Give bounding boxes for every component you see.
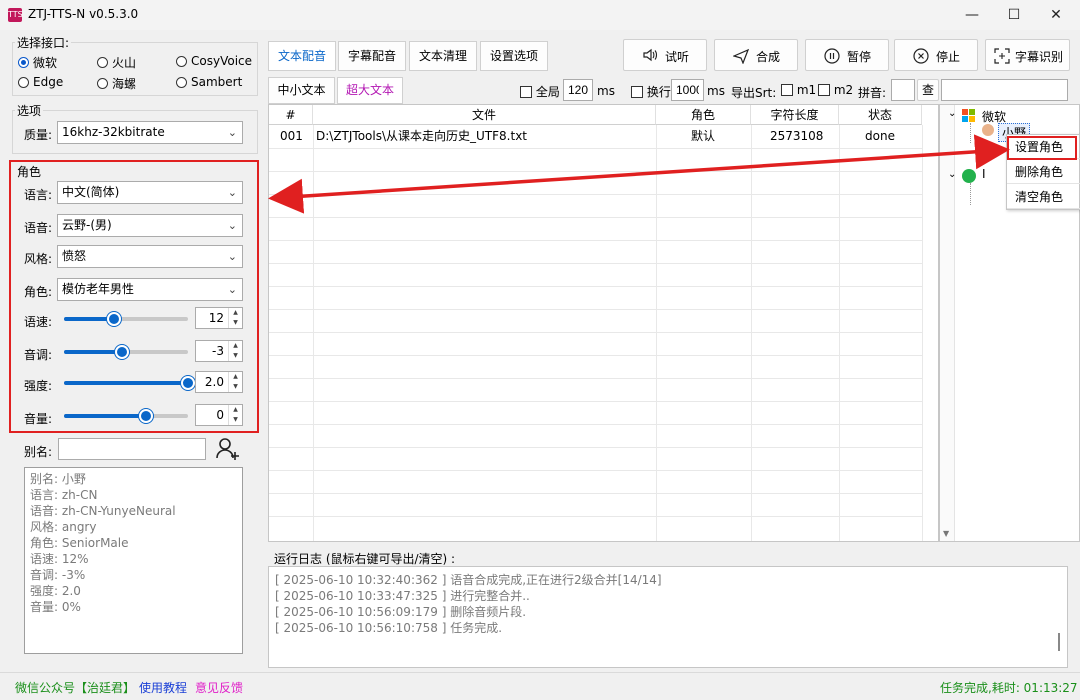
feedback-link[interactable]: 意见反馈 [195,679,243,696]
log-line: [ 2025-06-10 10:33:47:325 ] 进行完整合并.. [275,589,530,603]
log-box[interactable]: [ 2025-06-10 10:32:40:362 ] 语音合成完成,正在进行2… [268,566,1068,668]
tutorial-link[interactable]: 使用教程 [139,679,187,696]
log-title: 运行日志 (鼠标右键可导出/清空) : [274,552,456,566]
log-scrollbar[interactable] [1058,633,1060,651]
wechat-link[interactable]: 微信公众号【治廷君】 [15,679,135,696]
task-status: 任务完成,耗时: 01:13:27 [940,681,1078,695]
log-line: [ 2025-06-10 10:56:10:758 ] 任务完成. [275,621,503,635]
log-line: [ 2025-06-10 10:56:09:179 ] 删除音频片段. [275,605,527,619]
log-line: [ 2025-06-10 10:32:40:362 ] 语音合成完成,正在进行2… [275,573,662,587]
